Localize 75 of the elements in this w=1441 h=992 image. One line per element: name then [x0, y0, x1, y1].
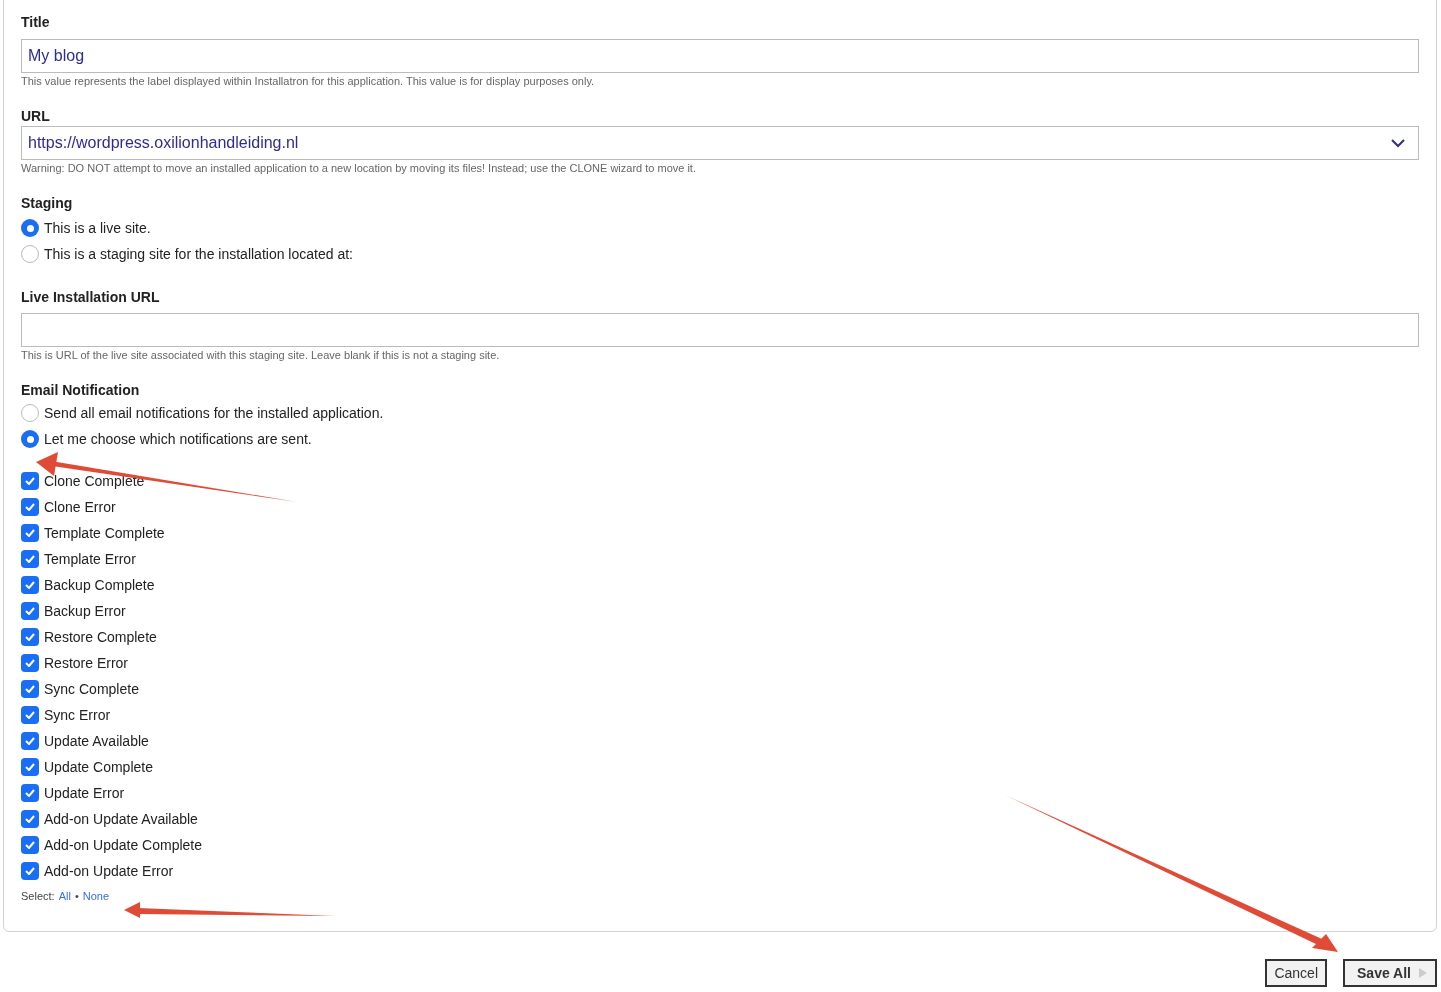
radio-label: This is a staging site for the installation located at: [44, 244, 353, 264]
checkbox-label: Restore Error [44, 653, 129, 673]
checkbox[interactable] [21, 758, 39, 776]
save-all-button[interactable]: Save All [1343, 959, 1437, 987]
select-all-link[interactable]: All [58, 888, 71, 905]
checkbox-label: Backup Error [44, 601, 126, 621]
checkbox[interactable] [21, 784, 39, 802]
play-icon [1419, 968, 1427, 978]
checkmark-icon [25, 633, 35, 641]
checkmark-icon [25, 503, 35, 511]
chevron-down-icon [1391, 138, 1405, 148]
live-url-input[interactable] [21, 313, 1419, 347]
checkbox[interactable] [21, 628, 39, 646]
checkbox-label: Add-on Update Available [44, 809, 198, 829]
separator-dot: • [74, 889, 79, 904]
checkbox-label: Update Error [44, 783, 125, 803]
checkmark-icon [25, 789, 35, 797]
radio-label: Let me choose which notifications are sent. [44, 429, 312, 449]
checkbox[interactable] [21, 706, 39, 724]
checkbox[interactable] [21, 472, 39, 490]
help-text: Warning: DO NOT attempt to move an installed application to a new location by moving its files! Instead; use the CLONE wizard to move it. [21, 161, 697, 175]
checkbox[interactable] [21, 654, 39, 672]
radio-button[interactable] [21, 219, 39, 237]
checkbox-label: Backup Complete [44, 575, 155, 595]
checkbox[interactable] [21, 836, 39, 854]
checkbox[interactable] [21, 810, 39, 828]
checkbox[interactable] [21, 602, 39, 620]
checkbox-label: Template Error [44, 549, 136, 569]
checkmark-icon [25, 711, 35, 719]
radio-label: This is a live site. [44, 218, 151, 238]
section-label: URL [21, 107, 51, 126]
checkbox[interactable] [21, 550, 39, 568]
checkmark-icon [25, 659, 35, 667]
checkbox-label: Clone Complete [44, 471, 145, 491]
checkmark-icon [25, 477, 35, 485]
checkmark-icon [25, 841, 35, 849]
section-label: Title [21, 13, 51, 32]
section-label: Live Installation URL [21, 288, 161, 307]
title-input[interactable]: My blog [21, 39, 1419, 73]
help-text: This value represents the label displayed within Installatron for this application. This value is for display purposes only. [21, 74, 596, 88]
select-none-link[interactable]: None [82, 888, 110, 905]
checkmark-icon [25, 867, 35, 875]
checkbox-label: Sync Complete [44, 679, 139, 699]
checkbox-label: Update Available [44, 731, 149, 751]
checkbox[interactable] [21, 498, 39, 516]
cancel-button[interactable]: Cancel [1265, 959, 1328, 987]
radio-button[interactable] [21, 430, 39, 448]
checkbox[interactable] [21, 524, 39, 542]
radio-label: Send all email notifications for the installed application. [44, 403, 384, 423]
checkmark-icon [25, 685, 35, 693]
url-select[interactable]: https://wordpress.oxilionhandleiding.nl [21, 126, 1419, 160]
checkbox-label: Add-on Update Error [44, 861, 174, 881]
checkbox-label: Add-on Update Complete [44, 835, 202, 855]
checkbox-label: Template Complete [44, 523, 165, 543]
checkmark-icon [25, 581, 35, 589]
checkbox-label: Sync Error [44, 705, 111, 725]
checkmark-icon [25, 763, 35, 771]
checkbox-label: Restore Complete [44, 627, 157, 647]
checkbox[interactable] [21, 680, 39, 698]
checkbox[interactable] [21, 732, 39, 750]
radio-button[interactable] [21, 404, 39, 422]
select-label: Select: [21, 889, 55, 904]
checkmark-icon [25, 815, 35, 823]
checkbox-label: Update Complete [44, 757, 153, 777]
radio-button[interactable] [21, 245, 39, 263]
checkmark-icon [25, 555, 35, 563]
help-text: This is URL of the live site associated with this staging site. Leave blank if this is not a staging site. [21, 348, 501, 362]
section-label: Staging [21, 194, 74, 213]
checkmark-icon [25, 737, 35, 745]
checkbox[interactable] [21, 862, 39, 880]
checkbox[interactable] [21, 576, 39, 594]
section-label: Email Notification [21, 381, 141, 400]
checkbox-label: Clone Error [44, 497, 116, 517]
checkmark-icon [25, 529, 35, 537]
checkmark-icon [25, 607, 35, 615]
